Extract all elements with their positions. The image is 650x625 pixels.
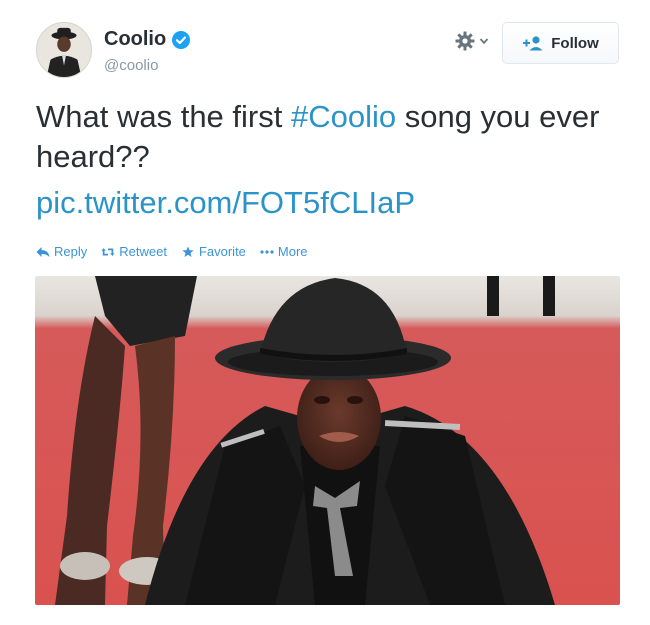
star-icon: [182, 246, 194, 257]
reply-action[interactable]: Reply: [36, 244, 87, 259]
more-label: More: [277, 244, 308, 259]
tweet-card: Coolio @coolio Follow What was the first…: [0, 0, 650, 625]
avatar[interactable]: [36, 22, 92, 78]
photo-image: [35, 276, 620, 605]
display-name[interactable]: Coolio: [104, 28, 166, 51]
more-dots-icon: [260, 249, 274, 254]
user-actions-menu[interactable]: [455, 31, 489, 51]
tweet-text: What was the first #Coolio song you ever…: [36, 97, 626, 177]
more-action[interactable]: More: [260, 244, 308, 259]
reply-icon: [36, 246, 50, 257]
avatar-image: [37, 23, 91, 77]
chevron-down-icon: [479, 38, 489, 45]
follow-button[interactable]: Follow: [502, 22, 619, 64]
pic-link[interactable]: pic.twitter.com/FOT5fCLIaP: [36, 183, 415, 223]
tweet-actions: Reply Retweet Favorite More: [36, 244, 308, 259]
favorite-action[interactable]: Favorite: [181, 244, 246, 259]
tweet-text-start: What was the first: [36, 99, 291, 134]
follow-user-icon: [523, 36, 543, 51]
tweet-photo[interactable]: [35, 276, 620, 605]
retweet-action[interactable]: Retweet: [101, 244, 167, 259]
retweet-icon: [101, 247, 115, 256]
follow-label: Follow: [551, 34, 599, 52]
user-handle[interactable]: @coolio: [104, 57, 158, 74]
user-name-row[interactable]: Coolio: [104, 28, 191, 51]
gear-icon: [455, 31, 475, 51]
hashtag-link[interactable]: #Coolio: [291, 99, 396, 134]
reply-label: Reply: [54, 244, 88, 259]
favorite-label: Favorite: [198, 244, 246, 259]
retweet-label: Retweet: [119, 244, 167, 259]
verified-badge-icon: [172, 30, 191, 49]
